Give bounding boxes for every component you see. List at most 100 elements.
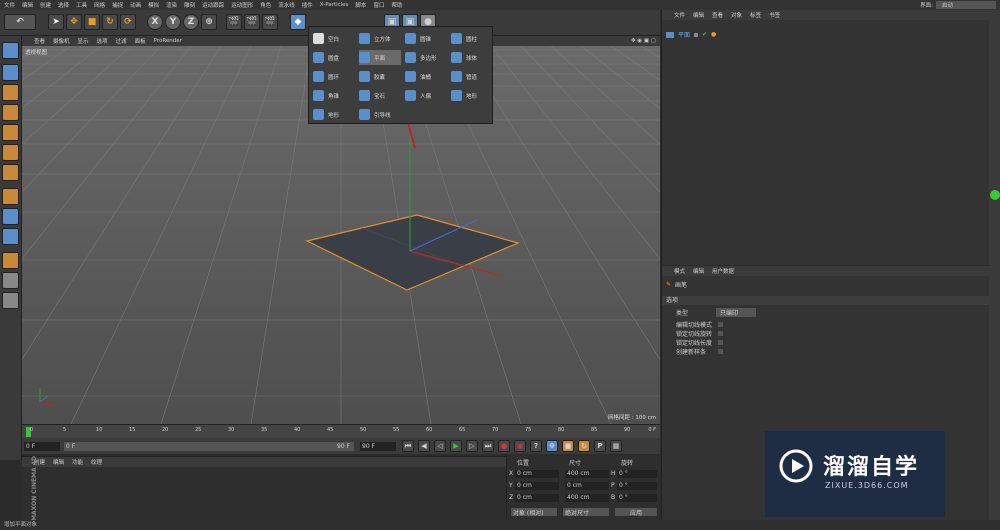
attr-checkbox[interactable] — [718, 340, 723, 345]
menu-item[interactable]: 帮助 — [391, 1, 402, 9]
menu-item[interactable]: 运动跟踪 — [202, 1, 224, 9]
render-picture-button[interactable]: 🎬 — [244, 14, 260, 30]
move-tool-button[interactable]: ➤ — [48, 14, 64, 30]
coordinate-system-button[interactable]: ⊕ — [201, 14, 217, 30]
material-tab[interactable]: 纹理 — [91, 458, 102, 466]
create-item-col1-1[interactable]: 圆盘 — [313, 50, 355, 65]
menu-item[interactable]: 动画 — [130, 1, 141, 9]
create-item-col4-3[interactable]: 地形 — [451, 88, 493, 103]
grid-button[interactable] — [2, 272, 19, 289]
viewport-menu-item[interactable]: 摄像机 — [53, 37, 70, 45]
tweak-mode-button[interactable] — [2, 208, 19, 225]
rotate-button[interactable]: ↻ — [102, 14, 118, 30]
coord-mode-dropdown[interactable]: 对象 (相对) — [511, 508, 557, 517]
lock-button[interactable] — [2, 292, 19, 309]
start-frame-field[interactable]: 0 F — [24, 442, 60, 451]
create-item-col1-4[interactable]: 地形 — [313, 107, 355, 122]
next-frame-button[interactable]: ▷ — [466, 440, 478, 452]
create-item-col4-2[interactable]: 管道 — [451, 69, 493, 84]
create-item-col3-3[interactable]: 人偶 — [405, 88, 447, 103]
create-item-col3-2[interactable]: 油桶 — [405, 69, 447, 84]
create-item-col2-2[interactable]: 胶囊 — [359, 69, 401, 84]
create-item-col2-1[interactable]: 平面 — [359, 50, 401, 65]
solo-button[interactable] — [2, 252, 19, 269]
layout-selector[interactable]: 界面: 启动 — [920, 1, 996, 9]
object-manager-tab[interactable]: 书签 — [769, 11, 780, 19]
menu-item[interactable]: 插件 — [302, 1, 313, 9]
size-mode-dropdown[interactable]: 绝对尺寸 — [563, 508, 609, 517]
record-button[interactable]: ● — [498, 440, 510, 452]
auto-key-button[interactable]: ◉ — [514, 440, 526, 452]
coord-position-field[interactable]: 0 cm — [515, 470, 559, 478]
menu-item[interactable]: 渲染 — [166, 1, 177, 9]
timeline[interactable]: 0 5 10 15 20 25 30 35 40 45 50 55 60 65 70 75 80 85 90 0 F — [22, 424, 660, 438]
attr-checkbox[interactable] — [718, 331, 723, 336]
snap-button[interactable] — [2, 228, 19, 245]
create-item-col2-3[interactable]: 宝石 — [359, 88, 401, 103]
end-frame-field[interactable]: 90 F — [360, 442, 396, 451]
render-settings-button[interactable]: 🎬 — [262, 14, 278, 30]
create-item-col3-0[interactable]: 圆锥 — [405, 31, 447, 46]
x-axis-button[interactable]: X — [147, 14, 163, 30]
menu-item[interactable]: 窗口 — [373, 1, 384, 9]
menu-item[interactable]: 编辑 — [22, 1, 33, 9]
viewport-nav-icons[interactable]: ✥ ◉ ▣ ▢ — [631, 38, 656, 44]
workplane-button[interactable] — [2, 104, 19, 121]
range-slider[interactable]: 0 F 90 F — [64, 442, 354, 451]
menu-item[interactable]: 模拟 — [148, 1, 159, 9]
object-manager-tab[interactable]: 编辑 — [693, 11, 704, 19]
undo-button[interactable]: ↶ — [4, 14, 36, 30]
attr-checkbox[interactable] — [718, 322, 723, 327]
apply-button[interactable]: 应用 — [615, 508, 657, 517]
create-item-col3-1[interactable]: 多边形 — [405, 50, 447, 65]
polygons-mode-button[interactable] — [2, 164, 19, 181]
coord-size-field[interactable]: 400 cm — [565, 494, 609, 502]
coord-rotation-field[interactable]: 0 ° — [617, 470, 657, 478]
timeline-window-button[interactable]: ▦ — [610, 440, 622, 452]
scale-key-button[interactable]: ■ — [562, 440, 574, 452]
coord-rotation-field[interactable]: 0 ° — [617, 482, 657, 490]
coord-position-field[interactable]: 0 cm — [515, 482, 559, 490]
param-key-button[interactable]: P — [594, 440, 606, 452]
y-axis-button[interactable]: Y — [165, 14, 181, 30]
move-key-button[interactable]: ✥ — [546, 440, 558, 452]
attribute-manager-tab[interactable]: 用户数据 — [712, 267, 734, 275]
prev-key-button[interactable]: ◀ — [418, 440, 430, 452]
create-item-col4-0[interactable]: 圆柱 — [451, 31, 493, 46]
menu-item[interactable]: 雕刻 — [184, 1, 195, 9]
keyframe-button[interactable]: ? — [530, 440, 542, 452]
axis-mode-button[interactable] — [2, 188, 19, 205]
viewport-menu-item[interactable]: ProRender — [154, 38, 182, 44]
texture-mode-button[interactable] — [2, 84, 19, 101]
create-item-col4-1[interactable]: 球体 — [451, 50, 493, 65]
viewport-menu-item[interactable]: 选项 — [97, 37, 108, 45]
viewport-menu-item[interactable]: 面板 — [135, 37, 146, 45]
viewport-menu-item[interactable]: 显示 — [78, 37, 89, 45]
object-manager-tab[interactable]: 标签 — [750, 11, 761, 19]
menu-item[interactable]: 运动图形 — [231, 1, 253, 9]
scale-button[interactable]: ■ — [84, 14, 100, 30]
coord-rotation-field[interactable]: 0 ° — [617, 494, 657, 502]
viewport-menu-item[interactable]: 查看 — [34, 37, 45, 45]
menu-item[interactable]: 选择 — [58, 1, 69, 9]
goto-end-button[interactable]: ⏭ — [482, 440, 494, 452]
object-manager-tab[interactable]: 查看 — [712, 11, 723, 19]
tag-icon[interactable]: ● — [711, 31, 716, 38]
menu-item[interactable]: 文件 — [4, 1, 15, 9]
points-mode-button[interactable] — [2, 124, 19, 141]
create-item-col1-2[interactable]: 圆环 — [313, 69, 355, 84]
z-axis-button[interactable]: Z — [183, 14, 199, 30]
menu-item[interactable]: 工具 — [76, 1, 87, 9]
cube-button[interactable]: ◆ — [290, 14, 306, 30]
rotate-key-button[interactable]: ↻ — [578, 440, 590, 452]
goto-start-button[interactable]: ⏮ — [402, 440, 414, 452]
type-dropdown[interactable]: 只编印 — [716, 308, 756, 317]
coord-size-field[interactable]: 0 cm — [565, 482, 609, 490]
create-item-col1-3[interactable]: 角锥 — [313, 88, 355, 103]
render-view-button[interactable]: 🎬 — [226, 14, 242, 30]
create-item-col2-0[interactable]: 立方体 — [359, 31, 401, 46]
menu-item[interactable]: 角色 — [260, 1, 271, 9]
menu-item[interactable]: 捕捉 — [112, 1, 123, 9]
attribute-manager-tab[interactable]: 编辑 — [693, 267, 704, 275]
attribute-manager-tab[interactable]: 模式 — [674, 267, 685, 275]
